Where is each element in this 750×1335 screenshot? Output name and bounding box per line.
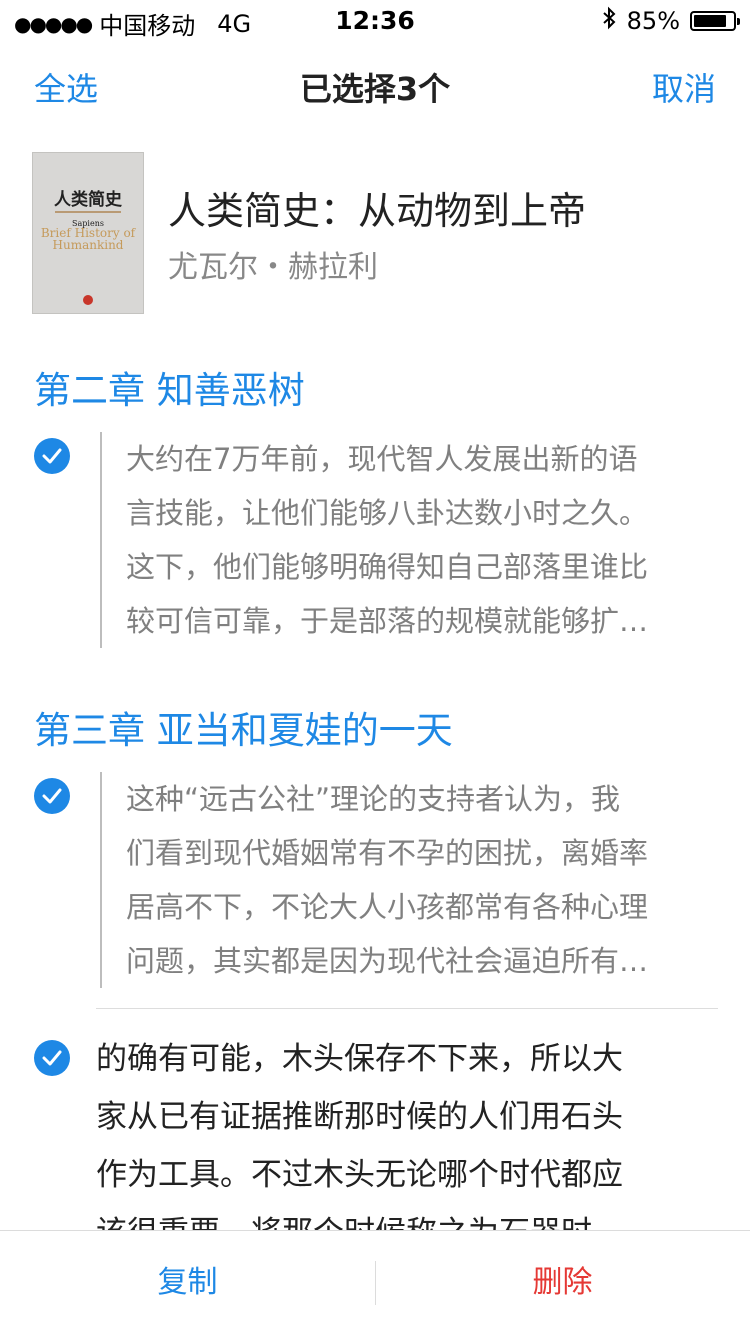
quote-line: 这种“远古公社”理论的支持者认为，我 — [126, 782, 621, 816]
book-title: 人类简史：从动物到上帝 — [168, 189, 587, 233]
page-title: 已选择3个 — [299, 70, 451, 108]
battery-percent: 85% — [626, 7, 680, 35]
quote-line: 们看到现代婚姻常有不孕的困扰，离婚率 — [126, 836, 649, 870]
quote-line: 居高不下，不论大人小孩都常有各种心理 — [126, 890, 649, 924]
quote-line: 这下，他们能够明确得知自己部落里谁比 — [126, 550, 649, 584]
divider — [96, 1008, 718, 1009]
cover-english-title: Brief History of Humankind — [40, 226, 136, 252]
delete-button[interactable]: 删除 — [375, 1231, 750, 1335]
chapter-title: 第二章 知善恶树 — [34, 369, 305, 412]
highlight-quote[interactable]: 大约在7万年前，现代智人发展出新的语 言技能，让他们能够八卦达数小时之久。 这下… — [100, 432, 712, 648]
check-icon[interactable] — [34, 778, 70, 814]
chapter-title: 第三章 亚当和夏娃的一天 — [34, 709, 453, 752]
battery-fill — [694, 15, 727, 27]
status-right: 85% — [601, 6, 740, 36]
cover-divider — [55, 211, 121, 213]
highlight-quote[interactable]: 这种“远古公社”理论的支持者认为，我 们看到现代婚姻常有不孕的困扰，离婚率 居高… — [100, 772, 712, 988]
quote-line: 言技能，让他们能够八卦达数小时之久。 — [126, 496, 649, 530]
note-line: 家从已有证据推断那时候的人们用石头 — [96, 1099, 623, 1135]
bottom-toolbar: 复制 删除 — [0, 1230, 750, 1335]
nav-bar: 全选 已选择3个 取消 — [0, 40, 750, 130]
book-author: 尤瓦尔・赫拉利 — [168, 250, 378, 285]
quote-line: 问题，其实都是因为现代社会逼迫所有… — [126, 944, 649, 978]
quote-line: 大约在7万年前，现代智人发展出新的语 — [126, 442, 638, 476]
copy-button[interactable]: 复制 — [0, 1231, 375, 1335]
cover-title: 人类简史 — [54, 190, 122, 210]
check-icon[interactable] — [34, 1040, 70, 1076]
note-line: 的确有可能，木头保存不下来，所以大 — [96, 1041, 623, 1077]
battery-icon — [690, 11, 740, 31]
note-line: 作为工具。不过木头无论哪个时代都应 — [96, 1157, 623, 1193]
bluetooth-icon — [601, 6, 617, 36]
note-text[interactable]: 的确有可能，木头保存不下来，所以大 家从已有证据推断那时候的人们用石头 作为工具… — [96, 1030, 716, 1250]
status-bar: ●●●●● 中国移动 4G 12:36 85% — [0, 0, 750, 40]
book-header: 人类简史 Sapiens Brief History of Humankind … — [32, 152, 722, 314]
quote-line: 较可信可靠，于是部落的规模就能够扩… — [126, 604, 649, 638]
cancel-button[interactable]: 取消 — [652, 64, 716, 110]
cover-publisher-logo — [83, 295, 93, 305]
book-cover: 人类简史 Sapiens Brief History of Humankind — [32, 152, 144, 314]
check-icon[interactable] — [34, 438, 70, 474]
